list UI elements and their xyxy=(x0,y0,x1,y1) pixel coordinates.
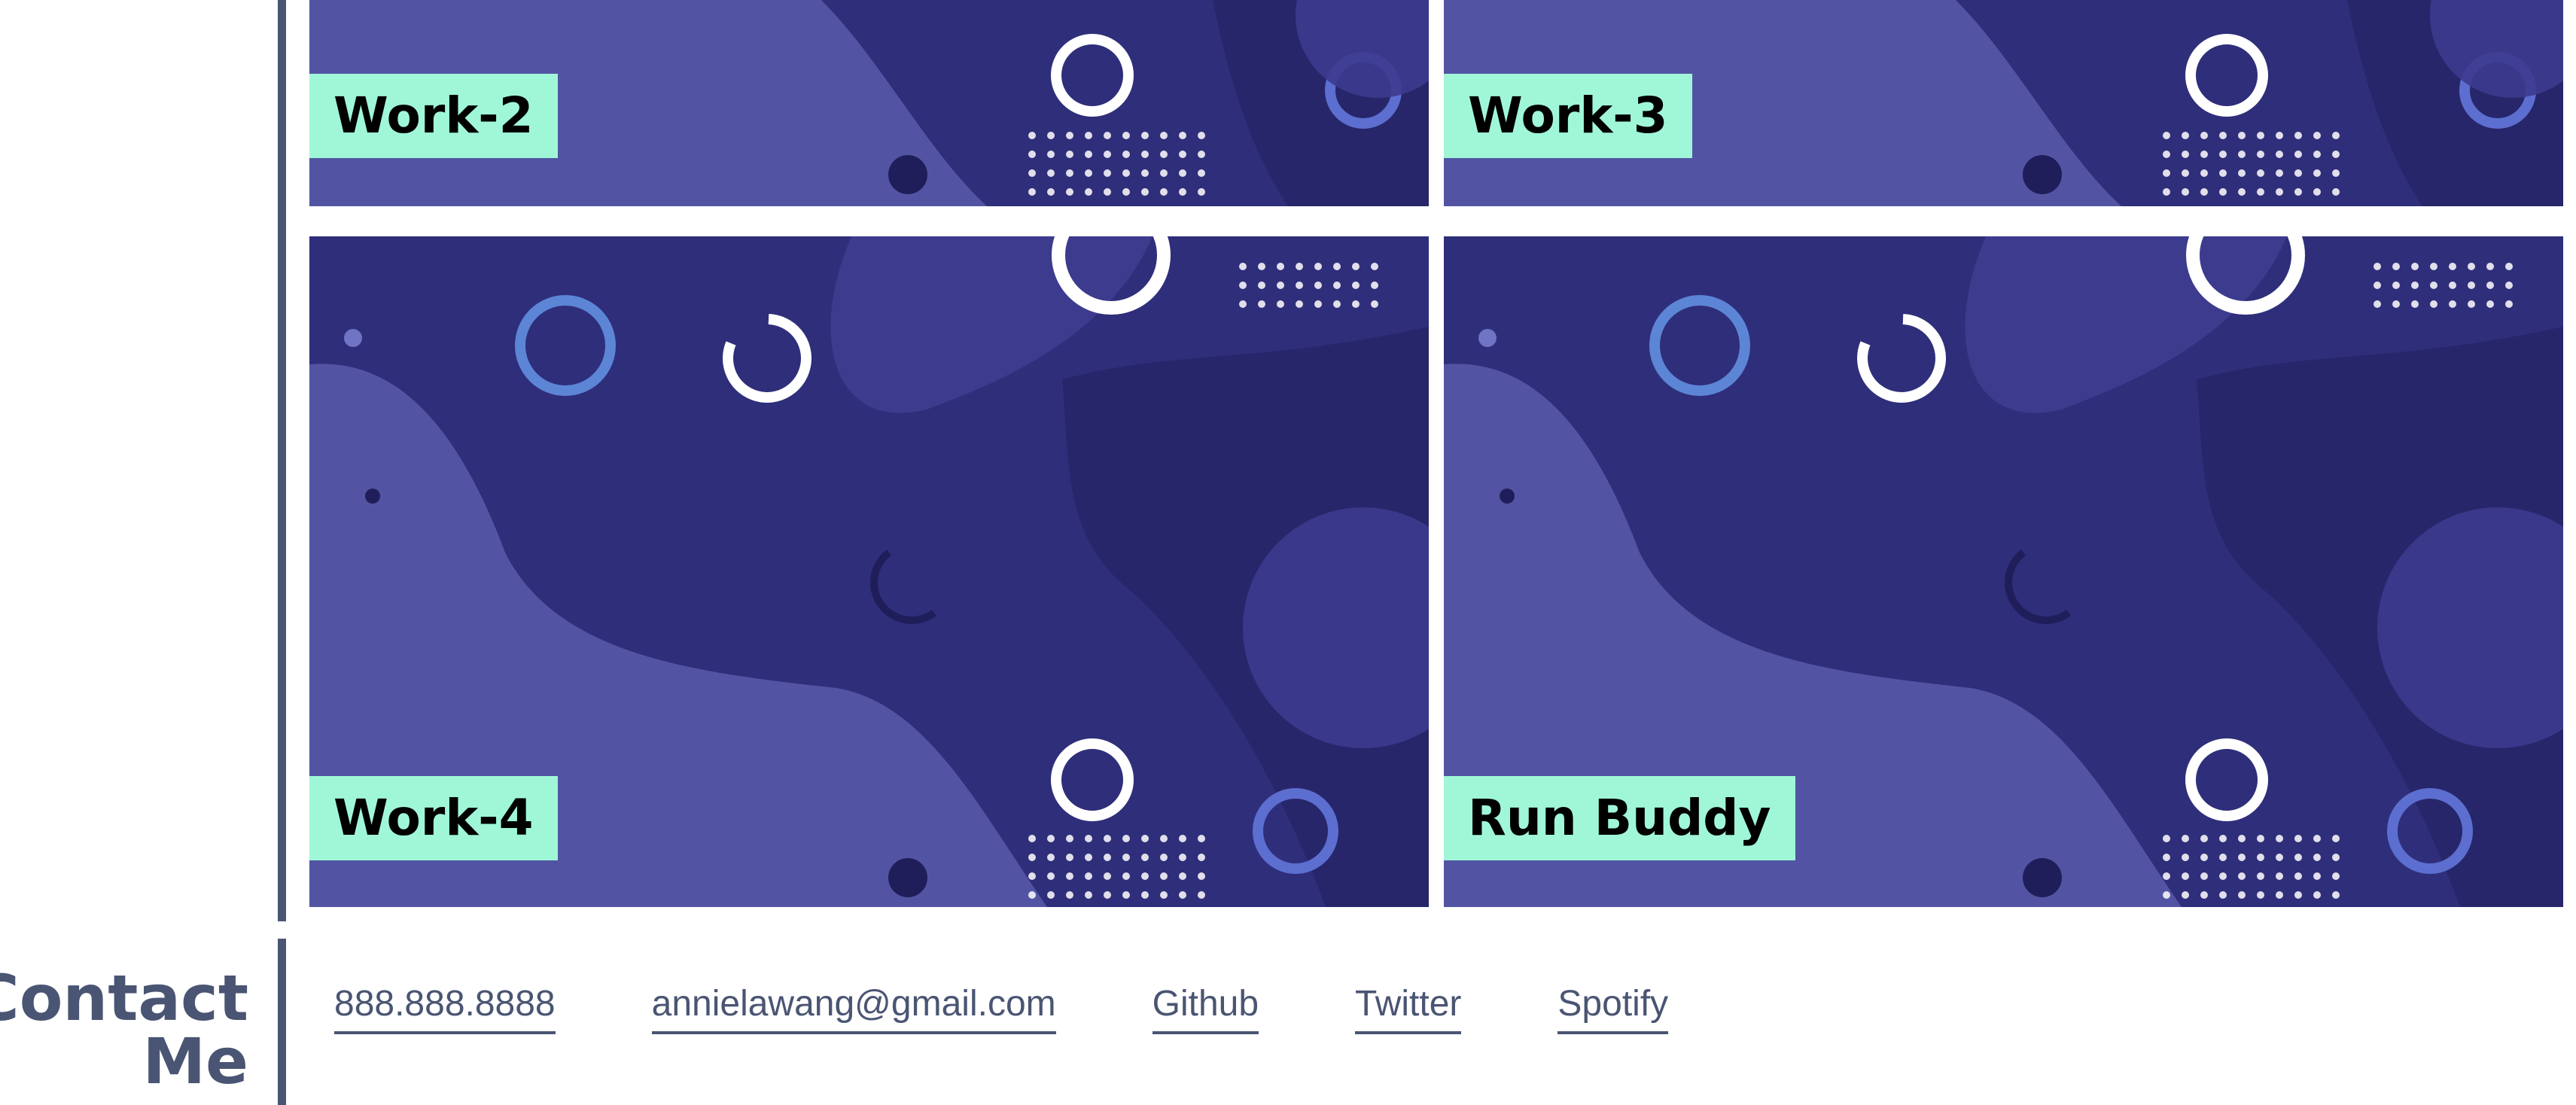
phone-link[interactable]: 888.888.8888 xyxy=(334,979,556,1034)
github-link[interactable]: Github xyxy=(1152,979,1259,1034)
project-card-run-buddy[interactable]: Run Buddy xyxy=(1444,236,2563,907)
contact-links: 888.888.8888 annielawang@gmail.com Githu… xyxy=(334,979,1765,1034)
contact-item-spotify: Spotify xyxy=(1557,979,1669,1034)
contact-item-twitter: Twitter xyxy=(1355,979,1462,1034)
contact-item-email: annielawang@gmail.com xyxy=(651,979,1056,1034)
project-card-work-2[interactable]: Work-2 xyxy=(309,0,1429,206)
section-divider xyxy=(278,0,286,921)
contact-item-github: Github xyxy=(1152,979,1259,1034)
card-label: Work-4 xyxy=(309,776,558,860)
contact-heading: Contact Me xyxy=(0,966,248,1093)
project-card-work-3[interactable]: Work-3 xyxy=(1444,0,2563,206)
contact-divider xyxy=(278,939,286,1105)
twitter-link[interactable]: Twitter xyxy=(1355,979,1462,1034)
card-label: Work-3 xyxy=(1444,74,1692,158)
spotify-link[interactable]: Spotify xyxy=(1557,979,1669,1034)
card-label: Work-2 xyxy=(309,74,558,158)
contact-item-phone: 888.888.8888 xyxy=(334,979,556,1034)
email-link[interactable]: annielawang@gmail.com xyxy=(651,979,1056,1034)
project-card-work-4[interactable]: Work-4 xyxy=(309,236,1429,907)
contact-heading-line2: Me xyxy=(142,1024,248,1098)
card-label: Run Buddy xyxy=(1444,776,1795,860)
